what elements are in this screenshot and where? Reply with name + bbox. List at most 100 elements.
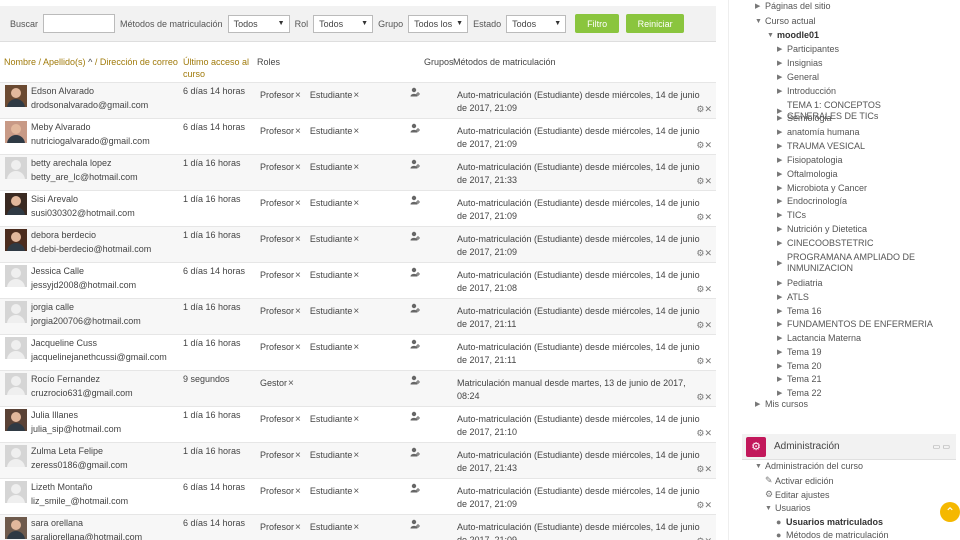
remove-role-icon[interactable]: ×: [353, 198, 359, 209]
nav-course-section[interactable]: ▶ TICs: [777, 210, 806, 220]
add-group-icon[interactable]: [410, 159, 420, 169]
close-icon[interactable]: ✕: [704, 500, 712, 510]
close-icon[interactable]: ✕: [704, 140, 712, 150]
remove-role-icon[interactable]: ×: [295, 450, 301, 461]
remove-role-icon[interactable]: ×: [295, 342, 301, 353]
avatar[interactable]: [5, 481, 27, 503]
close-icon[interactable]: ✕: [704, 176, 712, 186]
add-group-icon[interactable]: [410, 87, 420, 97]
nav-course-section[interactable]: ▶ Lactancia Materna: [777, 333, 861, 343]
nav-course-section[interactable]: ▶ Endocrinología: [777, 196, 847, 206]
remove-role-icon[interactable]: ×: [353, 162, 359, 173]
admin-enrolled-users[interactable]: ● Usuarios matriculados: [776, 517, 883, 527]
admin-course-admin[interactable]: ▼ Administración del curso: [755, 461, 863, 471]
nav-my-courses[interactable]: ▶ Mis cursos: [755, 399, 808, 409]
remove-role-icon[interactable]: ×: [353, 450, 359, 461]
remove-role-icon[interactable]: ×: [295, 90, 301, 101]
remove-role-icon[interactable]: ×: [295, 486, 301, 497]
avatar[interactable]: [5, 229, 27, 251]
status-select[interactable]: Todos ▼: [506, 14, 567, 33]
search-input[interactable]: [43, 14, 116, 33]
nav-course-section[interactable]: ▶ Pediatria: [777, 278, 823, 288]
remove-role-icon[interactable]: ×: [295, 234, 301, 245]
block-controls-icon[interactable]: ▭ ▭: [933, 442, 950, 451]
nav-course-section[interactable]: ▶ Nutrición y Dietetica: [777, 224, 867, 234]
add-group-icon[interactable]: [410, 411, 420, 421]
sort-by-email-link[interactable]: / Dirección de correo: [95, 57, 178, 67]
remove-role-icon[interactable]: ×: [353, 414, 359, 425]
nav-current-course[interactable]: ▼ Curso actual: [755, 16, 816, 26]
remove-role-icon[interactable]: ×: [353, 306, 359, 317]
nav-course-section[interactable]: ▶ Tema 21: [777, 374, 822, 384]
user-name-link[interactable]: Rocío Fernandez: [31, 374, 100, 384]
user-name-link[interactable]: jorgia calle: [31, 302, 74, 312]
nav-site-pages[interactable]: ▶ Páginas del sitio: [755, 1, 831, 11]
avatar[interactable]: [5, 409, 27, 431]
nav-course-section[interactable]: ▶ Fisiopatologia: [777, 155, 843, 165]
nav-course-section[interactable]: ▶ Participantes: [777, 44, 839, 54]
avatar[interactable]: [5, 373, 27, 395]
nav-course-section[interactable]: ▶ Tema 22: [777, 388, 822, 398]
add-group-icon[interactable]: [410, 519, 420, 529]
avatar[interactable]: [5, 517, 27, 539]
admin-edit-settings[interactable]: ⚙ Editar ajustes: [765, 489, 830, 500]
user-name-link[interactable]: Jacqueline Cuss: [31, 338, 97, 348]
add-group-icon[interactable]: [410, 303, 420, 313]
remove-role-icon[interactable]: ×: [295, 126, 301, 137]
remove-role-icon[interactable]: ×: [295, 198, 301, 209]
avatar[interactable]: [5, 157, 27, 179]
nav-course-section[interactable]: ▶ Insignias: [777, 58, 823, 68]
remove-role-icon[interactable]: ×: [353, 126, 359, 137]
user-name-link[interactable]: debora berdecio: [31, 230, 96, 240]
user-name-link[interactable]: Julia Illanes: [31, 410, 78, 420]
avatar[interactable]: [5, 193, 27, 215]
close-icon[interactable]: ✕: [704, 248, 712, 258]
nav-course-section[interactable]: ▶ Semiologia: [777, 113, 832, 123]
close-icon[interactable]: ✕: [704, 356, 712, 366]
remove-role-icon[interactable]: ×: [295, 306, 301, 317]
user-name-link[interactable]: betty arechala lopez: [31, 158, 112, 168]
close-icon[interactable]: ✕: [704, 392, 712, 402]
add-group-icon[interactable]: [410, 195, 420, 205]
add-group-icon[interactable]: [410, 483, 420, 493]
avatar[interactable]: [5, 337, 27, 359]
close-icon[interactable]: ✕: [704, 464, 712, 474]
nav-course-section[interactable]: ▶ anatomía humana: [777, 127, 860, 137]
add-group-icon[interactable]: [410, 447, 420, 457]
user-name-link[interactable]: Meby Alvarado: [31, 122, 91, 132]
add-group-icon[interactable]: [410, 267, 420, 277]
scroll-to-top-button[interactable]: ⌃: [940, 502, 960, 522]
nav-course-section[interactable]: ▶ ATLS: [777, 292, 809, 302]
nav-course-section[interactable]: ▶ Introducción: [777, 86, 836, 96]
remove-role-icon[interactable]: ×: [295, 522, 301, 533]
remove-role-icon[interactable]: ×: [295, 270, 301, 281]
remove-role-icon[interactable]: ×: [353, 486, 359, 497]
methods-select[interactable]: Todos ▼: [227, 14, 290, 33]
nav-course-section[interactable]: ▶ Oftalmologia: [777, 169, 838, 179]
nav-course-section[interactable]: ▶ FUNDAMENTOS DE ENFERMERIA: [777, 319, 933, 329]
avatar[interactable]: [5, 265, 27, 287]
add-group-icon[interactable]: [410, 231, 420, 241]
sort-by-name-link[interactable]: Nombre / Apellido(s): [4, 57, 86, 67]
reset-button[interactable]: Reiniciar: [626, 14, 685, 33]
avatar[interactable]: [5, 121, 27, 143]
nav-course-section[interactable]: ▶ CINECOOBSTETRIC: [777, 238, 874, 248]
avatar[interactable]: [5, 85, 27, 107]
remove-role-icon[interactable]: ×: [295, 162, 301, 173]
close-icon[interactable]: ✕: [704, 284, 712, 294]
add-group-icon[interactable]: [410, 339, 420, 349]
close-icon[interactable]: ✕: [704, 104, 712, 114]
nav-course-section[interactable]: ▶ General: [777, 72, 819, 82]
nav-course-section[interactable]: ▶ TRAUMA VESICAL: [777, 141, 865, 151]
close-icon[interactable]: ✕: [704, 212, 712, 222]
add-group-icon[interactable]: [410, 375, 420, 385]
avatar[interactable]: [5, 301, 27, 323]
nav-course-section[interactable]: ▶ Tema 20: [777, 361, 822, 371]
admin-activate-edit[interactable]: ✎ Activar edición: [765, 475, 834, 486]
remove-role-icon[interactable]: ×: [288, 378, 294, 389]
user-name-link[interactable]: sara orellana: [31, 518, 83, 528]
user-name-link[interactable]: Jessica Calle: [31, 266, 84, 276]
close-icon[interactable]: ✕: [704, 428, 712, 438]
nav-course-code[interactable]: ▼ moodle01: [767, 30, 819, 40]
remove-role-icon[interactable]: ×: [353, 234, 359, 245]
